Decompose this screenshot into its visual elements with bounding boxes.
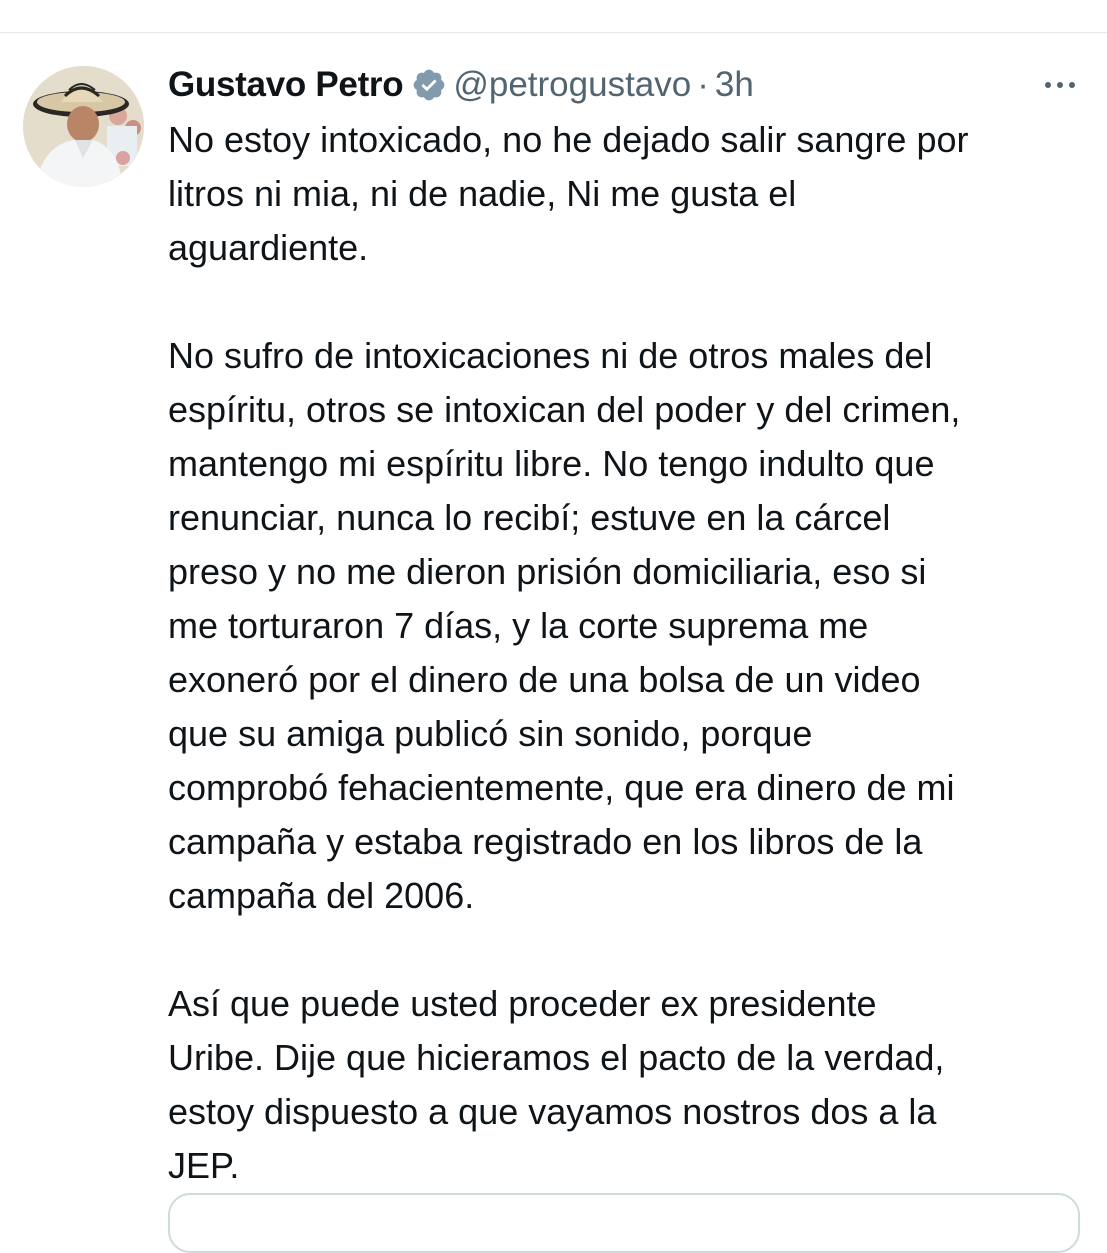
tweet[interactable]: Gustavo Petro @petrogustavo · 3h No esto…: [0, 33, 1107, 1253]
tweet-timestamp[interactable]: 3h: [715, 65, 754, 105]
tweet-header: Gustavo Petro @petrogustavo · 3h: [168, 63, 754, 107]
author-avatar[interactable]: [23, 66, 144, 187]
tweet-paragraph: No estoy intoxicado, no he dejado salir …: [168, 119, 969, 268]
tweet-paragraph: No sufro de intoxicaciones ni de otros m…: [168, 335, 961, 916]
tweet-paragraph: Así que puede usted proceder ex presiden…: [168, 983, 945, 1186]
separator-dot: ·: [697, 65, 709, 104]
tweet-text: No estoy intoxicado, no he dejado salir …: [168, 113, 1098, 1193]
author-handle[interactable]: @petrogustavo: [453, 65, 691, 105]
more-options-icon[interactable]: [1040, 75, 1080, 95]
verified-badge-icon: [411, 67, 447, 103]
embedded-card[interactable]: [168, 1193, 1080, 1253]
author-display-name[interactable]: Gustavo Petro: [168, 65, 404, 105]
